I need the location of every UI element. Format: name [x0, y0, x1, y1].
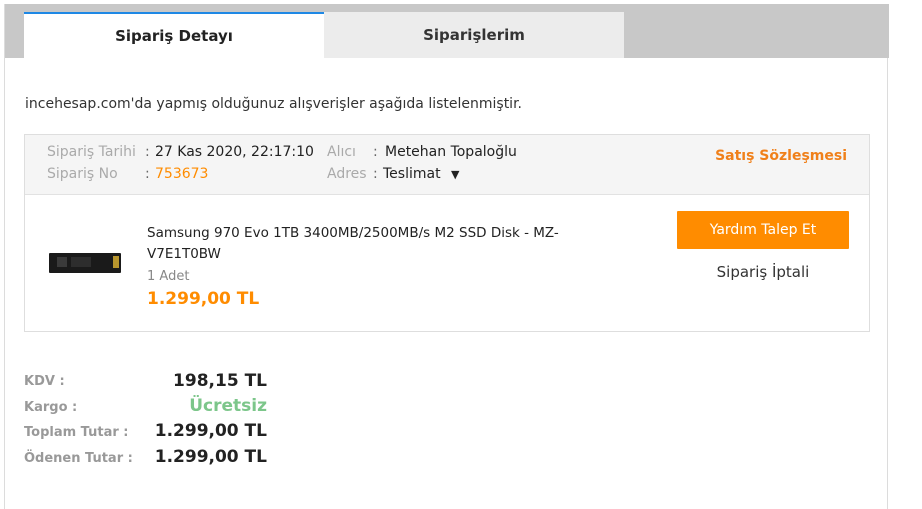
connector-shape	[113, 256, 119, 268]
recipient-value: Metehan Topaloğlu	[385, 144, 517, 160]
order-no-label: Sipariş No	[47, 166, 118, 182]
address-dropdown[interactable]: Teslimat ▼	[383, 166, 460, 182]
product-image[interactable]	[49, 253, 121, 273]
order-date-value: 27 Kas 2020, 22:17:10	[155, 144, 314, 160]
colon: :	[145, 166, 150, 182]
kdv-value: 198,15 TL	[173, 371, 267, 391]
cargo-value: Ücretsiz	[189, 396, 267, 416]
order-no-value[interactable]: 753673	[155, 166, 208, 182]
tab-bar: Sipariş Detayı Siparişlerim	[5, 4, 889, 58]
sales-contract-link[interactable]: Satış Sözleşmesi	[715, 148, 847, 164]
recipient-label: Alıcı	[327, 144, 356, 160]
address-label: Adres	[327, 166, 367, 182]
chip-shape	[71, 257, 91, 267]
colon: :	[145, 144, 150, 160]
product-price: 1.299,00 TL	[147, 289, 260, 309]
chip-shape	[57, 257, 67, 267]
order-cancel-link[interactable]: Sipariş İptali	[677, 263, 849, 281]
tab-my-orders[interactable]: Siparişlerim	[324, 12, 624, 58]
product-name[interactable]: Samsung 970 Evo 1TB 3400MB/2500MB/s M2 S…	[147, 223, 587, 265]
order-detail-panel: Sipariş Detayı Siparişlerim incehesap.co…	[4, 4, 889, 509]
intro-text: incehesap.com'da yapmış olduğunuz alışve…	[25, 96, 522, 112]
address-value: Teslimat	[383, 166, 441, 182]
caret-down-icon: ▼	[451, 168, 460, 181]
order-header: Sipariş Tarihi : 27 Kas 2020, 22:17:10 S…	[25, 135, 869, 195]
tab-order-detail[interactable]: Sipariş Detayı	[24, 12, 324, 58]
help-request-button[interactable]: Yardım Talep Et	[677, 211, 849, 249]
order-card: Sipariş Tarihi : 27 Kas 2020, 22:17:10 S…	[24, 134, 870, 332]
colon: :	[373, 166, 378, 182]
colon: :	[373, 144, 378, 160]
order-date-label: Sipariş Tarihi	[47, 144, 136, 160]
paid-value: 1.299,00 TL	[154, 447, 267, 467]
product-quantity: 1 Adet	[147, 269, 190, 284]
total-value: 1.299,00 TL	[154, 421, 267, 441]
